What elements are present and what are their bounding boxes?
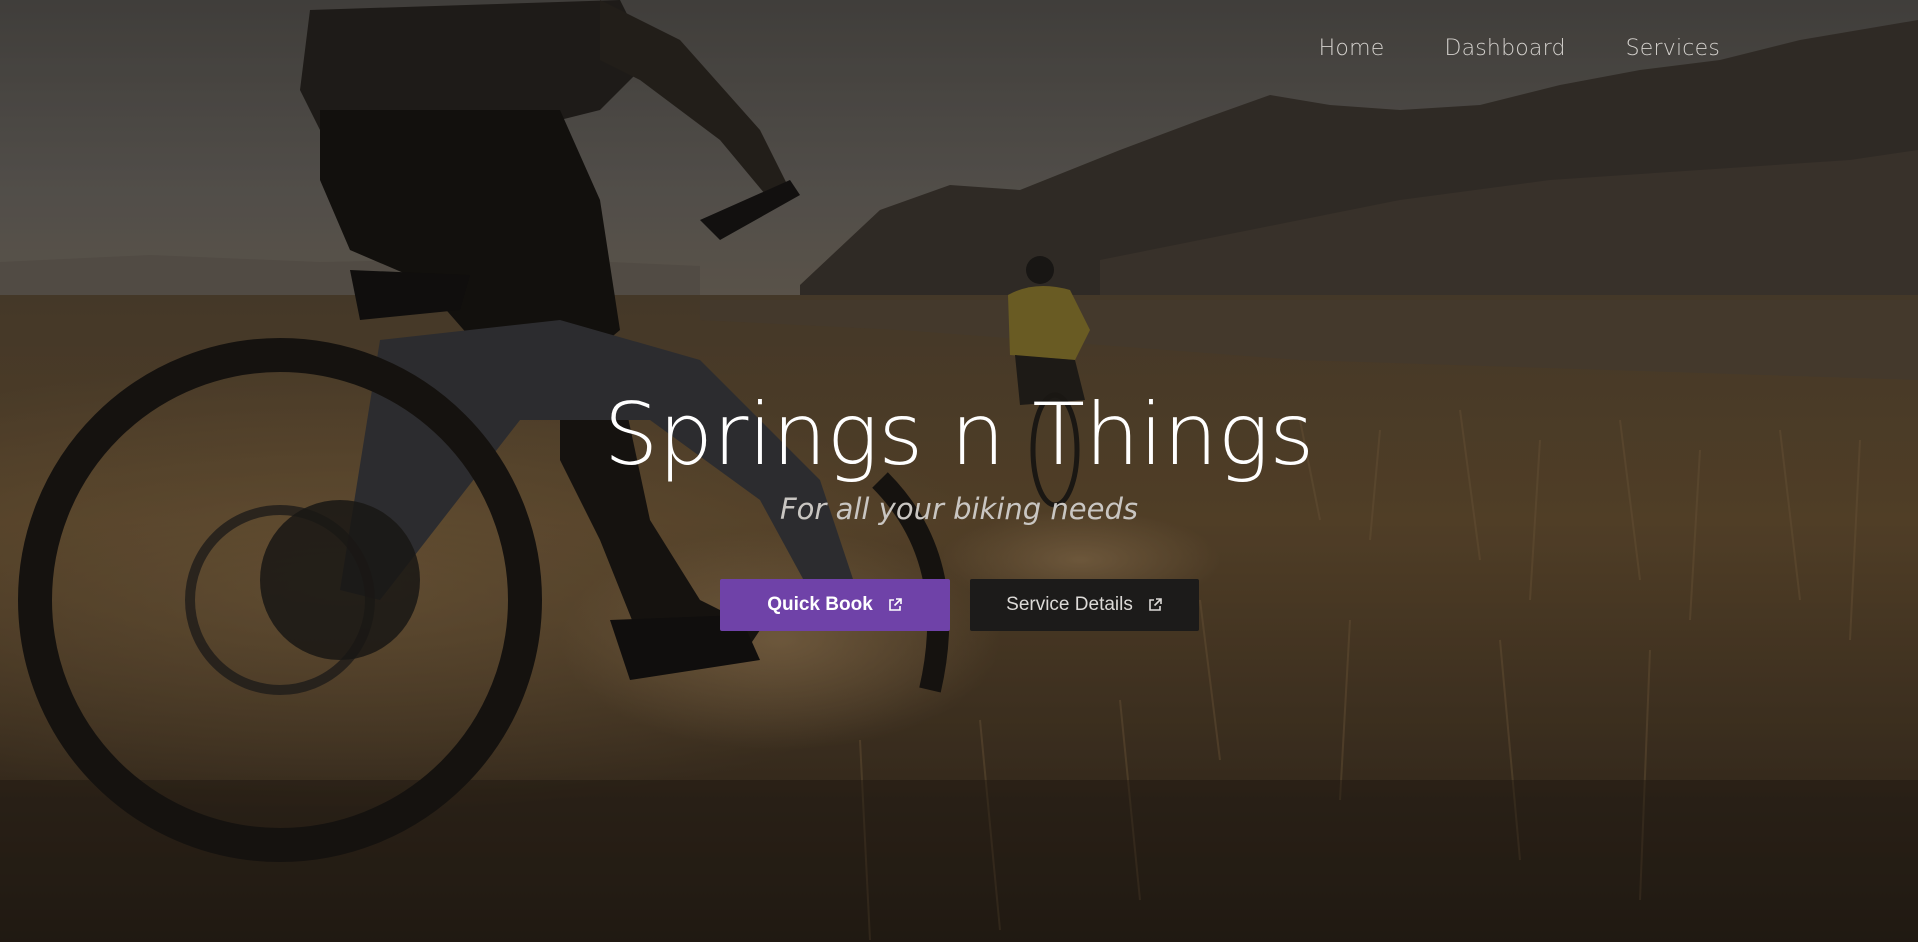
hero-section: Home Dashboard Services Springs n Things… — [0, 0, 1918, 942]
hero-content: Springs n Things For all your biking nee… — [0, 385, 1918, 529]
nav-link-home[interactable]: Home — [1319, 34, 1385, 64]
external-link-icon — [887, 597, 903, 613]
nav-link-services[interactable]: Services — [1626, 34, 1720, 64]
nav-link-dashboard[interactable]: Dashboard — [1444, 34, 1565, 64]
hero-subtitle: For all your biking needs — [780, 492, 1138, 526]
top-navigation: Home Dashboard Services — [1319, 34, 1720, 64]
external-link-icon — [1147, 597, 1163, 613]
service-details-label: Service Details — [1006, 594, 1133, 615]
service-details-button[interactable]: Service Details — [970, 579, 1199, 631]
quick-book-label: Quick Book — [767, 594, 873, 615]
cta-button-group: Quick Book Service Details — [720, 579, 1199, 631]
quick-book-button[interactable]: Quick Book — [720, 579, 950, 631]
hero-title: Springs n Things — [603, 385, 1315, 485]
